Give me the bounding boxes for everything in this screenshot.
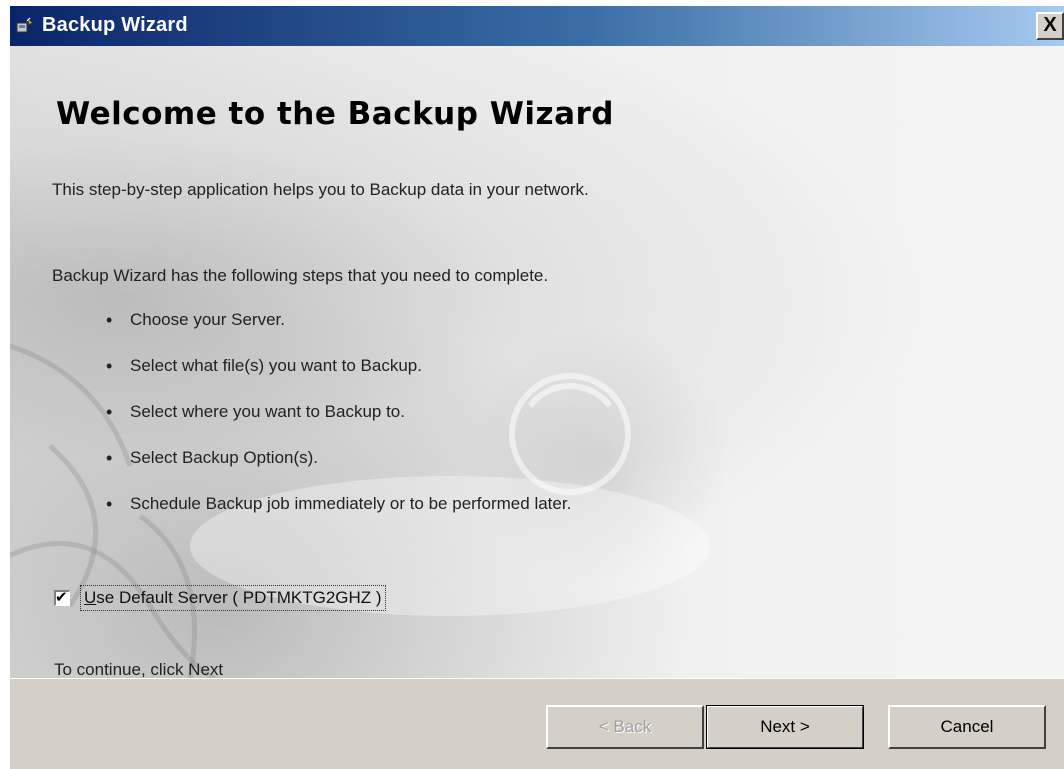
step-label: Select where you want to Backup to. — [130, 402, 405, 421]
steps-intro-text: Backup Wizard has the following steps th… — [52, 266, 549, 285]
bullet: • — [106, 448, 113, 468]
list-item: • Choose your Server. — [106, 308, 571, 354]
use-default-server-option[interactable]: ✔ Use Default Server ( PDTMKTG2GHZ ) — [54, 584, 386, 612]
wizard-app-icon — [16, 17, 34, 35]
checkmark-icon: ✔ — [55, 588, 68, 606]
step-label: Select what file(s) you want to Backup. — [130, 356, 422, 375]
window-title: Backup Wizard — [42, 14, 188, 36]
label-rest: se Default Server ( PDTMKTG2GHZ ) — [96, 588, 382, 607]
list-item: • Schedule Backup job immediately or to … — [106, 492, 571, 538]
close-icon: X — [1043, 14, 1057, 36]
close-button[interactable]: X — [1036, 12, 1064, 40]
steps-list: • Choose your Server. • Select what file… — [106, 308, 571, 538]
backup-wizard-window: Backup Wizard X Welcome to the Backup Wi… — [10, 6, 1064, 769]
use-default-server-label[interactable]: Use Default Server ( PDTMKTG2GHZ ) — [80, 585, 386, 611]
bullet: • — [106, 402, 113, 422]
intro-text: This step-by-step application helps you … — [52, 180, 589, 199]
cancel-button[interactable]: Cancel — [888, 705, 1046, 749]
title-bar[interactable]: Backup Wizard X — [10, 6, 1064, 46]
step-label: Choose your Server. — [130, 310, 285, 329]
back-button[interactable]: < Back — [546, 705, 704, 749]
page-heading: Welcome to the Backup Wizard — [56, 96, 614, 132]
continue-text: To continue, click Next — [54, 660, 224, 678]
list-item: • Select Backup Option(s). — [106, 446, 571, 492]
use-default-server-checkbox[interactable]: ✔ — [54, 588, 70, 606]
list-item: • Select where you want to Backup to. — [106, 400, 571, 446]
bullet: • — [106, 494, 113, 514]
wizard-content: Welcome to the Backup Wizard This step-b… — [10, 46, 1064, 678]
step-label: Select Backup Option(s). — [130, 448, 319, 467]
bullet: • — [106, 356, 113, 376]
list-item: • Select what file(s) you want to Backup… — [106, 354, 571, 400]
step-label: Schedule Backup job immediately or to be… — [130, 494, 572, 513]
button-bar: < Back Next > Cancel — [10, 678, 1064, 769]
mnemonic-letter: U — [84, 588, 97, 607]
next-button[interactable]: Next > — [706, 705, 864, 749]
bullet: • — [106, 310, 113, 330]
